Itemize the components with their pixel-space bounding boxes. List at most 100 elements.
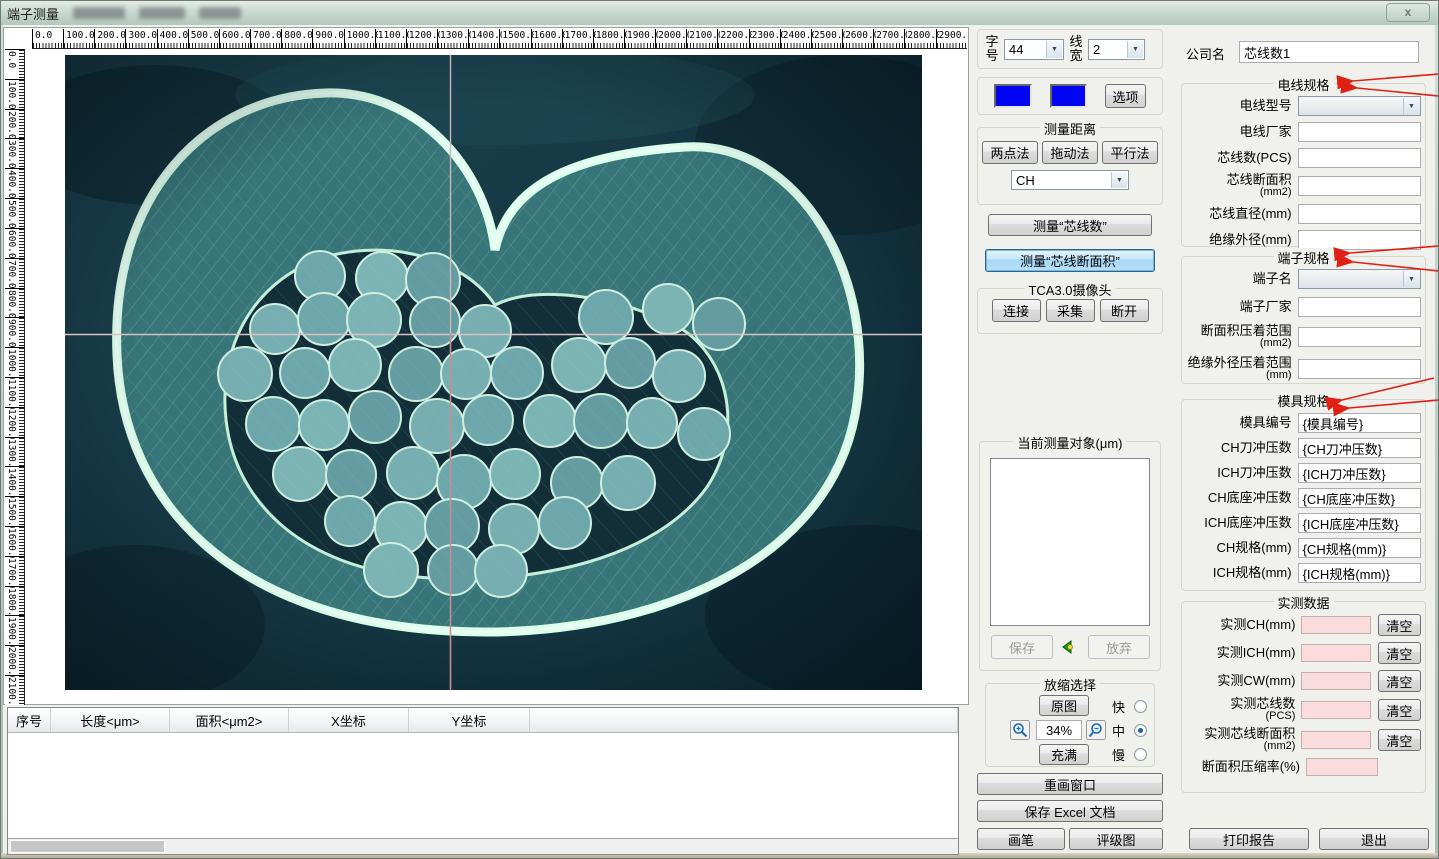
clear-button[interactable]: 清空 xyxy=(1378,670,1421,692)
camera-title: TCA3.0摄像头 xyxy=(1024,280,1115,299)
table-header-1[interactable]: 序号 xyxy=(8,708,51,732)
ruler-tick: 900.0 xyxy=(5,317,24,347)
redacted-text xyxy=(199,7,241,19)
two-point-method-button[interactable]: 两点法 xyxy=(982,141,1038,164)
ruler-tick: 1500.0 xyxy=(499,29,530,48)
exit-button[interactable]: 退出 xyxy=(1319,828,1429,850)
spec-row-芯线数(PCS): 芯线数(PCS) xyxy=(1182,148,1421,168)
redraw-window-button[interactable]: 重画窗口 xyxy=(977,773,1163,795)
table-header-3[interactable]: 面积<μm2> xyxy=(170,708,289,732)
ruler-label: 0.0 xyxy=(6,51,17,68)
ruler-label: 900.0 xyxy=(315,30,345,41)
wire-field-input[interactable] xyxy=(1298,122,1421,142)
clear-button[interactable]: 清空 xyxy=(1378,614,1421,636)
ruler-tick: 200.0 xyxy=(5,109,24,139)
company-input[interactable]: 芯线数1 xyxy=(1239,41,1419,63)
terminal-field-select[interactable]: ▼ xyxy=(1298,269,1421,289)
options-button[interactable]: 选项 xyxy=(1105,84,1146,108)
camera-connect-button[interactable]: 连接 xyxy=(992,299,1041,322)
ruler-tick: 2300.0 xyxy=(749,29,780,48)
wire-field-input[interactable] xyxy=(1298,148,1421,168)
ruler-label: 800.0 xyxy=(284,30,314,41)
ruler-tick: 800.0 xyxy=(5,288,24,318)
mold-field-input[interactable]: {CH刀冲压数} xyxy=(1298,438,1421,458)
current-object-listbox[interactable] xyxy=(990,458,1150,626)
mold-field-input[interactable]: {ICH规格(mm)} xyxy=(1298,563,1421,583)
line-width-select[interactable]: 2 ▼ xyxy=(1088,39,1145,60)
table-header-filler xyxy=(530,708,958,732)
mold-spec-group: 模具规格 模具编号{模具编号}CH刀冲压数{CH刀冲压数}ICH刀冲压数{ICH… xyxy=(1181,399,1426,591)
ruler-tick: 300.0 xyxy=(5,138,24,168)
line-width-value: 2 xyxy=(1093,42,1100,57)
measure-distance-title: 测量距离 xyxy=(1040,119,1100,138)
terminal-field-input[interactable] xyxy=(1298,359,1421,379)
measure-mode-select[interactable]: CH ▼ xyxy=(1011,170,1129,190)
redacted-text xyxy=(73,7,125,19)
current-object-title: 当前测量对象(μm) xyxy=(1014,433,1127,452)
spec-row-CH规格(mm): CH规格(mm){CH规格(mm)} xyxy=(1182,538,1421,558)
speed-radio[interactable] xyxy=(1134,748,1147,761)
mold-field-input[interactable]: {ICH底座冲压数} xyxy=(1298,513,1421,533)
measured-data-title: 实测数据 xyxy=(1273,593,1333,612)
color-swatch-1[interactable] xyxy=(994,84,1032,108)
save-excel-button[interactable]: 保存 Excel 文档 xyxy=(977,800,1163,822)
hscrollbar-thumb[interactable] xyxy=(10,840,165,853)
zoom-original-button[interactable]: 原图 xyxy=(1039,695,1089,716)
mold-field-input[interactable]: {ICH刀冲压数} xyxy=(1298,463,1421,483)
parallel-method-button[interactable]: 平行法 xyxy=(1102,141,1158,164)
zoom-fit-button[interactable]: 充满 xyxy=(1039,744,1089,765)
ruler-tick: 1000.0 xyxy=(5,347,24,377)
color-swatch-2[interactable] xyxy=(1050,84,1088,108)
zoom-value-field[interactable]: 34% xyxy=(1036,720,1082,740)
spec-row-模具编号: 模具编号{模具编号} xyxy=(1182,413,1421,433)
terminal-field-label: 端子厂家 xyxy=(1182,301,1292,313)
ruler-tick: 1400.0 xyxy=(468,29,499,48)
wire-field-input[interactable] xyxy=(1298,176,1421,196)
wire-field-label: 电线厂家 xyxy=(1182,126,1292,138)
terminal-field-input[interactable] xyxy=(1298,297,1421,317)
pen-button[interactable]: 画笔 xyxy=(977,828,1065,850)
save-measure-button[interactable]: 保存 xyxy=(991,635,1053,659)
speed-radio[interactable] xyxy=(1134,724,1147,737)
measured-row-实测CH(mm): 实测CH(mm)清空 xyxy=(1182,614,1421,636)
mold-field-input[interactable]: {CH规格(mm)} xyxy=(1298,538,1421,558)
print-report-button[interactable]: 打印报告 xyxy=(1189,828,1309,850)
clear-button[interactable]: 清空 xyxy=(1378,729,1421,751)
speed-radio[interactable] xyxy=(1134,700,1147,713)
ruler-label: 500.0 xyxy=(191,30,221,41)
wire-field-input[interactable] xyxy=(1298,204,1421,224)
ruler-label: 500.0 xyxy=(6,200,17,229)
drag-method-button[interactable]: 拖动法 xyxy=(1042,141,1098,164)
grade-chart-button[interactable]: 评级图 xyxy=(1069,828,1163,850)
wire-field-select[interactable]: ▼ xyxy=(1298,96,1421,116)
ruler-tick: 700.0 xyxy=(5,258,24,288)
zoom-in-icon[interactable] xyxy=(1010,720,1030,740)
ruler-label: 400.0 xyxy=(160,30,190,41)
wire-field-input[interactable] xyxy=(1298,230,1421,250)
discard-measure-button[interactable]: 放弃 xyxy=(1088,635,1150,659)
measure-core-count-button[interactable]: 测量“芯线数” xyxy=(988,214,1152,236)
spec-row-CH底座冲压数: CH底座冲压数{CH底座冲压数} xyxy=(1182,488,1421,508)
table-header-2[interactable]: 长度<μm> xyxy=(51,708,170,732)
font-size-label: 字号 xyxy=(984,35,1000,63)
results-table-body[interactable] xyxy=(8,733,958,838)
mold-field-input[interactable]: {CH底座冲压数} xyxy=(1298,488,1421,508)
clear-button[interactable]: 清空 xyxy=(1378,642,1421,664)
zoom-out-icon[interactable] xyxy=(1086,720,1106,740)
table-header-5[interactable]: Y坐标 xyxy=(409,708,530,732)
camera-capture-button[interactable]: 采集 xyxy=(1046,299,1095,322)
terminal-spec-title: 端子规格 xyxy=(1273,248,1333,267)
clear-button[interactable]: 清空 xyxy=(1378,699,1421,721)
table-header-4[interactable]: X坐标 xyxy=(289,708,409,732)
microscope-image[interactable] xyxy=(65,55,922,690)
terminal-field-input[interactable] xyxy=(1298,327,1421,347)
speed-option-快: 快 xyxy=(1112,694,1154,718)
results-table-hscrollbar[interactable] xyxy=(8,838,958,854)
camera-disconnect-button[interactable]: 断开 xyxy=(1100,299,1149,322)
ruler-label: 0.0 xyxy=(35,30,53,41)
measure-core-area-button[interactable]: 测量“芯线断面积” xyxy=(985,249,1155,272)
mold-field-input[interactable]: {模具编号} xyxy=(1298,413,1421,433)
ruler-tick: 1500.0 xyxy=(5,496,24,526)
font-size-select[interactable]: 44 ▼ xyxy=(1004,39,1064,60)
ruler-tick: 1100.0 xyxy=(375,29,406,48)
